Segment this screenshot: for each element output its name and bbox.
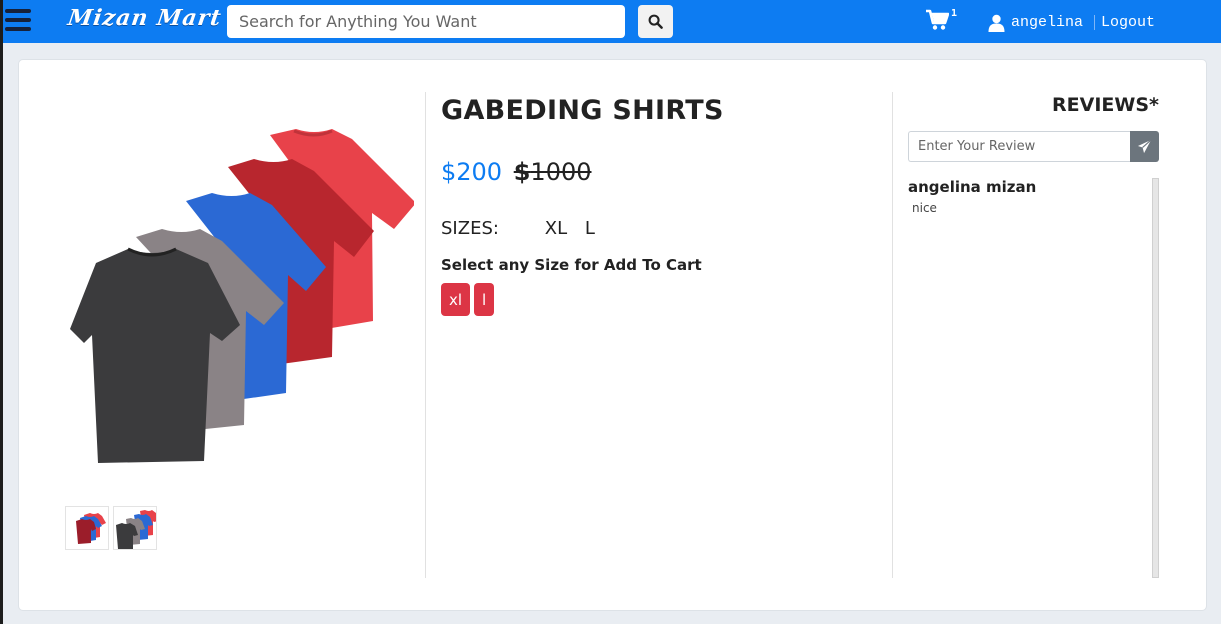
product-image	[64, 125, 416, 465]
size-button-l[interactable]: l	[474, 283, 495, 316]
search-icon	[648, 14, 663, 29]
review-author: angelina mizan	[908, 178, 1037, 196]
search-input[interactable]	[227, 5, 625, 38]
review-item: angelina mizan nice	[908, 178, 1158, 215]
original-price-symbol: $	[513, 158, 531, 186]
paper-plane-icon	[1137, 139, 1152, 154]
original-price: $1000	[514, 158, 592, 186]
navbar: Mizan Mart 1 angelina Logout	[3, 0, 1221, 43]
review-text: nice	[912, 201, 937, 215]
logout-link[interactable]: Logout	[1101, 14, 1155, 31]
reviews-scrollbar[interactable]	[1152, 178, 1159, 578]
reviews-title: REVIEWS*	[1052, 94, 1159, 116]
send-review-button[interactable]	[1130, 131, 1159, 162]
original-price-amount: 1000	[530, 158, 592, 186]
size-value-xl: XL	[544, 218, 568, 239]
side-strip	[0, 0, 3, 624]
size-button-group: xl l	[441, 283, 495, 316]
select-size-label: Select any Size for Add To Cart	[441, 256, 702, 274]
brand-logo[interactable]: Mizan Mart	[66, 5, 223, 31]
shopping-cart-icon	[926, 9, 950, 30]
sizes-label: SIZES:	[441, 218, 499, 239]
product-title: GABEDING SHIRTS	[441, 95, 724, 126]
thumbnail-gallery	[65, 506, 157, 550]
price-row: $200 $1000	[441, 158, 592, 186]
sizes-row: SIZES: XL L	[441, 218, 607, 239]
username-link[interactable]: angelina	[1011, 14, 1083, 31]
cart-count-badge: 1	[951, 8, 958, 19]
cart-button[interactable]	[925, 9, 950, 36]
hamburger-menu-icon[interactable]	[5, 9, 31, 33]
current-price: $200	[441, 158, 503, 186]
product-card: GABEDING SHIRTS $200 $1000 SIZES: XL L S…	[18, 59, 1207, 611]
thumbnail-1[interactable]	[65, 506, 109, 550]
user-icon	[988, 14, 1005, 32]
column-divider	[425, 92, 426, 578]
size-value-l: L	[584, 218, 595, 239]
review-input[interactable]	[908, 131, 1130, 162]
size-button-xl[interactable]: xl	[441, 283, 471, 316]
nav-divider	[1094, 15, 1095, 30]
search-button[interactable]	[638, 5, 673, 38]
thumbnail-2[interactable]	[113, 506, 157, 550]
column-divider	[892, 92, 893, 578]
reviews-list[interactable]: angelina mizan nice	[908, 178, 1158, 578]
